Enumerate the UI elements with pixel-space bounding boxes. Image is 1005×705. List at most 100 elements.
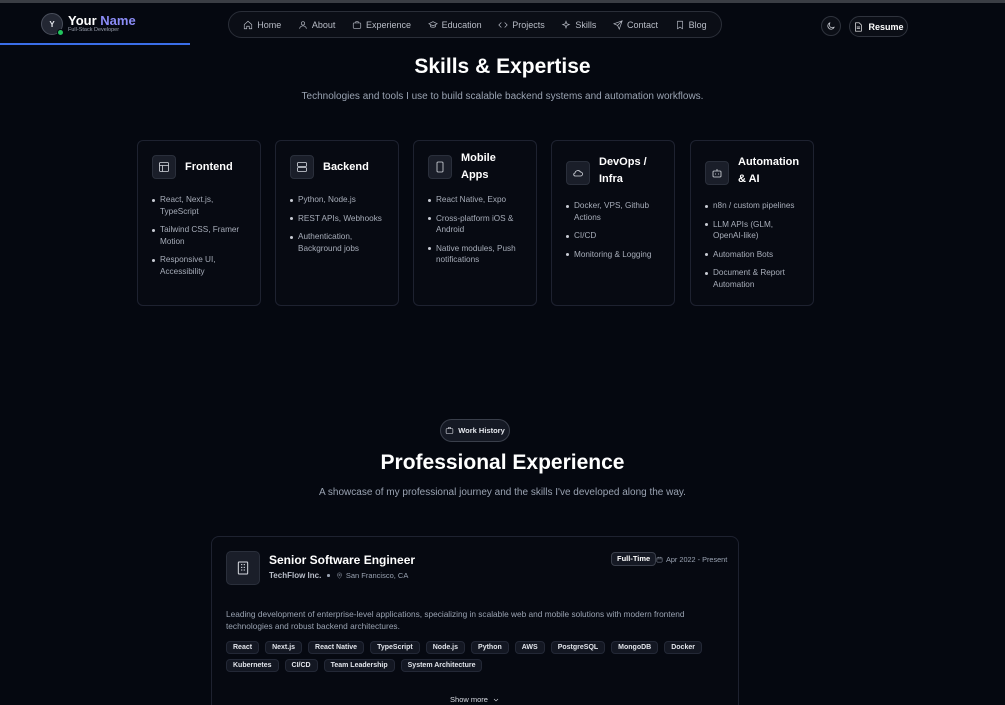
job-location-text: San Francisco, CA [345,571,409,580]
skill-card-mobile-apps: Mobile Apps React Native, Expo Cross-pla… [413,140,537,306]
nav-item-projects[interactable]: Projects [498,20,545,30]
tech-tag: TypeScript [370,641,420,654]
tech-tag: React Native [308,641,365,654]
main-nav: Home About Experience Education Projects… [228,11,722,38]
scroll-progress-bar [0,43,190,45]
skill-card-frontend: Frontend React, Next.js, TypeScript Tail… [137,140,261,306]
map-pin-icon [337,572,342,579]
skill-card-title: Backend [323,160,369,173]
skill-item: REST APIs, Webhooks [290,213,384,225]
nav-item-label: Skills [575,19,597,30]
sparkles-icon [562,19,571,29]
tech-tag: Docker [664,641,702,654]
tech-tag: PostgreSQL [550,641,606,654]
bot-icon [705,161,729,185]
skill-card-title: Frontend [185,160,233,173]
theme-toggle-button[interactable] [821,16,841,36]
badge-label: Work History [458,426,505,435]
skill-item: Cross-platform iOS & Android [428,213,522,236]
job-dates: Apr 2022 - Present [656,555,727,564]
skill-card-title: Automation & AI [738,156,800,185]
job-company: TechFlow Inc. [269,571,322,580]
avatar-initial: Y [49,19,55,29]
home-icon [244,20,253,29]
online-status-dot [57,29,64,36]
skill-item: React, Next.js, TypeScript [152,194,246,217]
brand-name-second: Name [100,13,136,28]
tech-tag: Node.js [425,641,466,654]
tech-tag: Team Leadership [323,659,395,672]
skill-item: LLM APIs (GLM, OpenAI-like) [705,219,799,242]
resume-button[interactable]: Resume [849,16,908,37]
experience-card: Senior Software Engineer TechFlow Inc. S… [211,536,739,705]
nav-item-label: Home [257,19,282,30]
experience-subtitle: A showcase of my professional journey an… [319,487,686,498]
skill-item: Tailwind CSS, Framer Motion [152,224,246,247]
nav-item-label: Experience [366,19,412,30]
skill-item: Monitoring & Logging [566,249,660,261]
skill-card-devops: DevOps / Infra Docker, VPS, Github Actio… [551,140,675,306]
skill-card-backend: Backend Python, Node.js REST APIs, Webho… [275,140,399,306]
skill-item: Automation Bots [705,249,799,261]
skill-item: Docker, VPS, Github Actions [566,200,660,223]
nav-item-label: Education [441,19,482,30]
nav-item-label: Blog [688,19,707,30]
skill-item: Authentication, Background jobs [290,231,384,254]
nav-item-label: Projects [512,19,545,30]
skill-item: React Native, Expo [428,194,522,206]
file-text-icon [855,22,863,31]
layout-icon [152,155,176,179]
skill-card-automation-ai: Automation & AI n8n / custom pipelines L… [690,140,814,306]
tech-tag: AWS [514,641,545,654]
brand-subtitle: Full-Stack Developer [68,27,120,33]
skill-item: n8n / custom pipelines [705,200,799,212]
skill-item: CI/CD [566,230,660,242]
cloud-icon [566,161,590,185]
nav-item-education[interactable]: Education [427,19,482,30]
show-more-button[interactable]: Show more [211,695,739,704]
bookmark-icon [676,20,683,29]
nav-item-blog[interactable]: Blog [675,20,707,30]
tech-tag: MongoDB [611,641,659,654]
brand-name: Your Name [68,14,136,27]
job-type-badge: Full-Time [611,552,657,566]
nav-item-label: About [311,19,336,30]
skills-title: Skills & Expertise [414,55,591,78]
skills-subtitle: Technologies and tools I use to build sc… [301,91,704,102]
skill-card-title: Mobile Apps [461,152,496,181]
briefcase-icon [446,427,454,434]
tech-tag: Next.js [265,641,303,654]
tech-tag: Kubernetes [226,659,279,672]
job-tags: React Next.js React Native TypeScript No… [226,641,731,672]
nav-item-home[interactable]: Home [243,20,281,30]
smartphone-icon [428,155,452,179]
job-location: San Francisco, CA [336,571,409,580]
nav-item-contact[interactable]: Contact [613,20,658,30]
chevron-down-icon [493,698,499,701]
resume-button-label: Resume [868,21,904,32]
job-role: Senior Software Engineer [269,553,416,567]
nav-item-skills[interactable]: Skills [561,20,596,30]
user-icon [299,20,307,29]
show-more-label: Show more [450,695,488,704]
site-header: Y Your Name Full-Stack Developer Home Ab… [0,3,1005,45]
building-icon [226,551,260,585]
calendar-icon [656,556,663,563]
experience-title: Professional Experience [380,451,625,474]
job-dates-text: Apr 2022 - Present [666,555,728,564]
tech-tag: CI/CD [284,659,318,672]
code-icon [498,21,508,28]
meta-separator [327,574,330,577]
skill-item: Native modules, Push notifications [428,243,522,266]
graduation-cap-icon [427,20,438,28]
skill-item: Python, Node.js [290,194,384,206]
moon-icon [827,22,835,30]
job-meta: TechFlow Inc. San Francisco, CA [269,571,408,580]
briefcase-icon [352,20,362,29]
nav-item-about[interactable]: About [298,19,336,30]
nav-item-label: Contact [627,19,659,30]
brand-name-first: Your [68,13,97,28]
tech-tag: System Architecture [400,659,483,672]
brand-logo[interactable]: Y Your Name Full-Stack Developer [41,13,136,36]
nav-item-experience[interactable]: Experience [352,20,411,30]
